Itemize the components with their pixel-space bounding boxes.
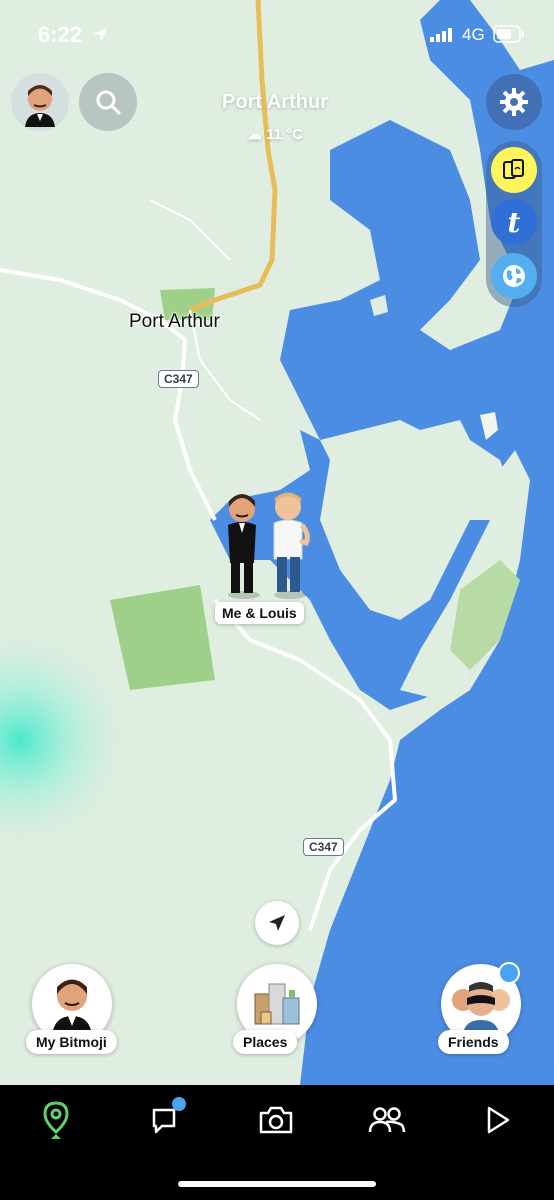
friends-notification-badge [498, 962, 520, 984]
globe-layer-button[interactable] [491, 253, 537, 299]
friend-group-label[interactable]: Me & Louis [215, 602, 304, 624]
camera-icon [259, 1106, 293, 1134]
home-indicator[interactable] [178, 1181, 376, 1187]
map-pin-icon [43, 1101, 69, 1139]
status-bar: 6:22 4G [0, 0, 554, 70]
friends-avatars [452, 982, 510, 1034]
tinder-t-icon: t [507, 205, 521, 239]
status-time: 6:22 [38, 22, 83, 47]
cloud-icon: ☁ [246, 126, 262, 143]
avatar [25, 85, 55, 127]
town-label: Port Arthur [129, 311, 220, 332]
signal-icon [430, 28, 452, 42]
places-label[interactable]: Places [233, 1030, 298, 1054]
profile-avatar-button[interactable] [11, 73, 69, 131]
avatar [52, 979, 92, 1036]
tab-spotlight[interactable] [467, 1095, 527, 1145]
tinder-layer-button[interactable]: t [491, 199, 537, 245]
search-icon [96, 90, 121, 115]
chat-notification-badge [172, 1097, 186, 1111]
globe-icon [503, 265, 525, 287]
battery-icon [493, 25, 524, 43]
buildings-icon [254, 983, 300, 1025]
network-type: 4G [462, 25, 485, 44]
tab-friends[interactable] [357, 1095, 417, 1145]
road-sign: C347 [303, 838, 344, 856]
navigate-arrow-icon [269, 915, 285, 931]
friends-label[interactable]: Friends [438, 1030, 509, 1054]
memories-card-icon [503, 159, 524, 179]
weather-text: ☁ 11 °C [246, 126, 304, 143]
my-bitmoji-label[interactable]: My Bitmoji [26, 1030, 117, 1054]
search-button[interactable] [79, 73, 137, 131]
friends-icon [368, 1107, 406, 1133]
tab-camera[interactable] [246, 1095, 306, 1145]
tab-map[interactable] [26, 1095, 86, 1145]
recenter-button[interactable] [255, 901, 299, 945]
bitmoji-group-me-louis[interactable] [210, 485, 320, 600]
location-arrow-icon [93, 28, 107, 42]
gear-icon [500, 88, 528, 116]
play-icon [487, 1106, 510, 1134]
settings-button[interactable] [486, 74, 542, 130]
location-title: Port Arthur [222, 91, 328, 113]
memories-layer-button[interactable] [491, 147, 537, 193]
snap-map-screen: 6:22 4G Port Arthur ☁ 11 °C t Port Arthu… [0, 0, 554, 1200]
tab-chat[interactable] [136, 1095, 196, 1145]
road-sign: C347 [158, 370, 199, 388]
